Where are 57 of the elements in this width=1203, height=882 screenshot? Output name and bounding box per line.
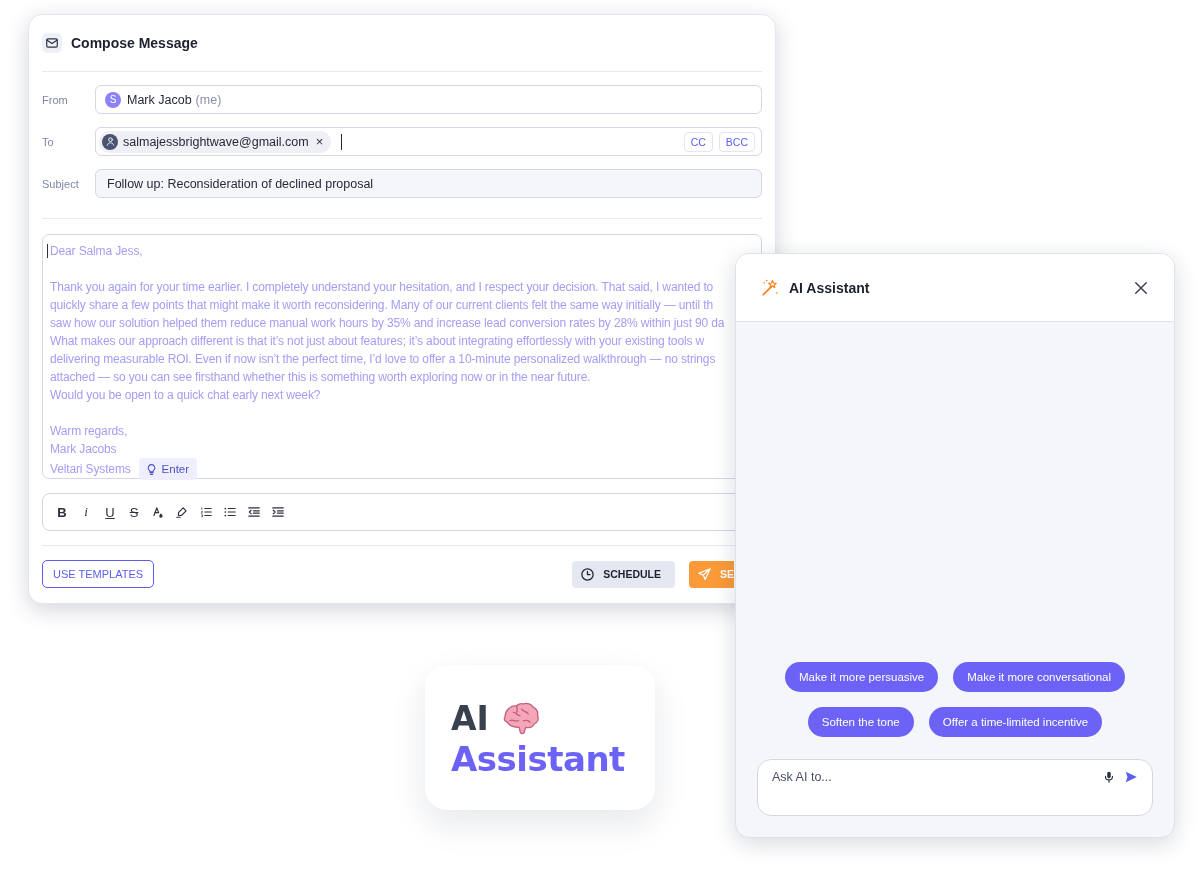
badge-title: AI xyxy=(451,700,489,738)
templates-button[interactable]: USE TEMPLATES xyxy=(42,560,155,588)
text-color-icon xyxy=(151,505,165,519)
to-field[interactable]: salmajessbrightwave@gmail.com × CC BCC xyxy=(95,127,762,156)
send-button[interactable] xyxy=(1124,770,1138,784)
person-icon xyxy=(104,136,116,147)
body-text-line: saw how our solution helped them reduce manual work hours by 35% and increase lead conversion rates by 28% within just 90 da xyxy=(50,315,725,332)
cc-button[interactable]: CC xyxy=(683,131,713,152)
microphone-button[interactable] xyxy=(1102,770,1116,784)
suggestion-chip[interactable]: Make it more persuasive xyxy=(784,662,939,692)
suggestion-chip[interactable]: Make it more conversational xyxy=(953,662,1126,692)
from-field[interactable]: S Mark Jacob (me) xyxy=(95,85,762,114)
send-icon xyxy=(697,566,712,582)
strike-button[interactable]: S xyxy=(124,502,144,522)
body-text-line: delivering measurable ROI. Even if now isn’t the perfect time, I’d love to offer a 10-minute personalized walkthrough — no strings xyxy=(50,351,716,368)
recipient-email: salmajessbrightwave@gmail.com xyxy=(123,134,309,149)
bullet-list-icon xyxy=(223,505,237,519)
field-label: Subject xyxy=(42,177,80,190)
bcc-button[interactable]: BCC xyxy=(718,131,755,152)
highlighter-icon xyxy=(175,505,189,519)
send-icon xyxy=(1124,770,1138,784)
field-label: To xyxy=(42,135,55,148)
numbered-list-icon xyxy=(199,505,213,519)
text-cursor xyxy=(47,244,48,258)
signature-line: Warm regards, xyxy=(50,423,128,440)
microphone-icon xyxy=(1102,770,1116,784)
subject-field[interactable]: Follow up: Reconsideration of declined proposal xyxy=(95,169,762,198)
underline-button[interactable]: U xyxy=(100,502,120,522)
italic-button[interactable]: i xyxy=(76,502,96,522)
body-text-line: Thank you again for your time earlier. I completely understand your hesitation, and I respect your decision. That said, I wanted to xyxy=(50,279,714,296)
sender-name: Mark Jacob xyxy=(127,92,192,107)
greeting-text: Dear Salma Jess, xyxy=(50,243,143,260)
text-cursor xyxy=(341,133,343,150)
body-text-line: attached — so you can see firsthand whether this is something worth exploring now or in the near future. xyxy=(50,369,591,386)
envelope-icon xyxy=(45,36,59,50)
schedule-button[interactable]: SCHEDULE xyxy=(572,560,675,588)
window-title: Compose Message xyxy=(71,35,198,51)
bold-button[interactable]: B xyxy=(52,502,72,522)
clock-icon xyxy=(580,566,596,582)
signature-line: Veltari Systems xyxy=(50,461,131,478)
field-label: From xyxy=(42,93,69,106)
prompt-input[interactable]: Ask AI to... xyxy=(772,770,1094,784)
body-text-line: Would you be open to a quick chat early next week? xyxy=(50,387,321,404)
sender-note: (me) xyxy=(195,92,222,107)
body-text-line: quickly share a few points that might make it worth reconsidering. Many of our current clients felt the same way initially — until th xyxy=(50,297,713,314)
badge-subtitle: Assistant xyxy=(451,739,626,779)
remove-button[interactable]: × xyxy=(313,134,326,149)
outdent-icon xyxy=(247,505,261,519)
suggestion-chip[interactable]: Soften the tone xyxy=(807,707,914,737)
indent-icon xyxy=(271,505,285,519)
panel-title: AI Assistant xyxy=(789,279,870,296)
suggestion-button[interactable]: Enter xyxy=(138,458,198,480)
suggestion-chip[interactable]: Offer a time-limited incentive xyxy=(928,707,1103,737)
body-text-line: What makes our approach different is that it’s not just about features; it’s about integrating effortlessly with your existing tools w xyxy=(50,333,705,350)
signature-line: Mark Jacobs xyxy=(50,441,117,458)
magic-wand-icon xyxy=(760,277,780,298)
avatar: S xyxy=(105,91,121,108)
